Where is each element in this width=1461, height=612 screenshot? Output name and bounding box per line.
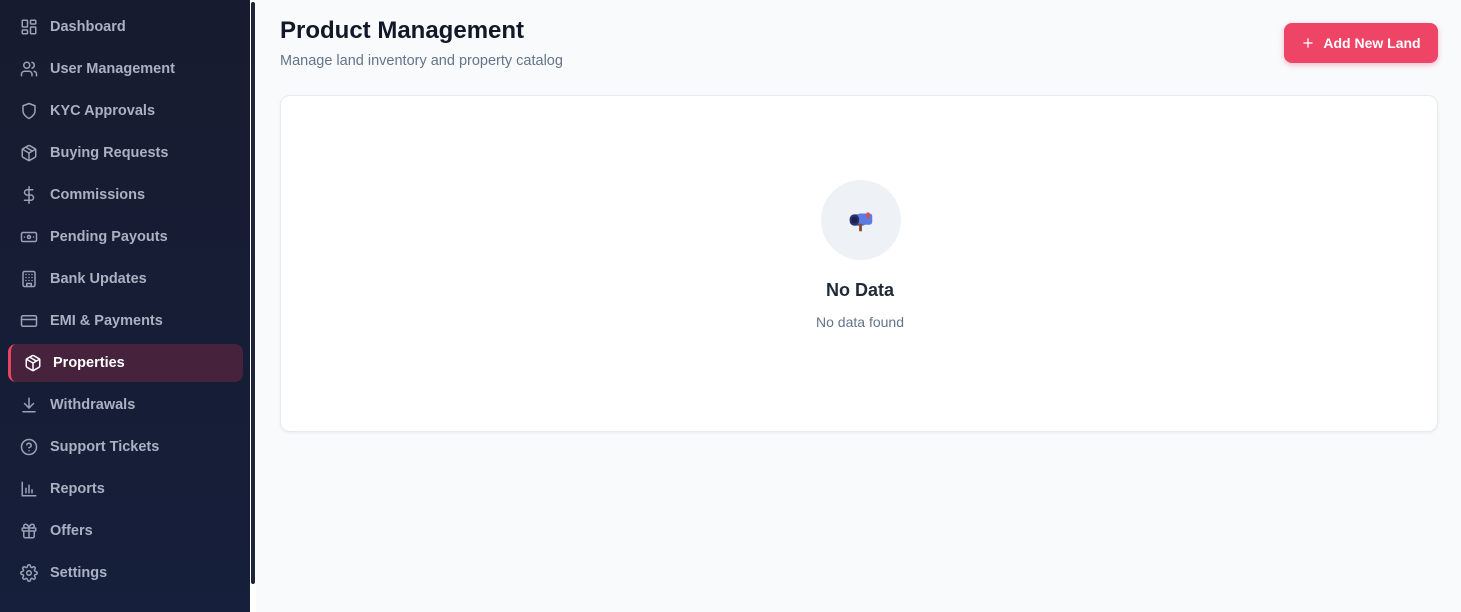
sidebar-item-reports[interactable]: Reports <box>8 470 243 508</box>
plus-icon <box>1301 36 1315 50</box>
mailbox-icon <box>846 205 876 235</box>
package-icon <box>20 144 38 162</box>
page-subtitle: Manage land inventory and property catal… <box>280 53 563 69</box>
credit-card-icon <box>20 312 38 330</box>
sidebar-item-emi-payments[interactable]: EMI & Payments <box>8 302 243 340</box>
shield-icon <box>20 102 38 120</box>
sidebar-item-bank-updates[interactable]: Bank Updates <box>8 260 243 298</box>
sidebar-item-buying-requests[interactable]: Buying Requests <box>8 134 243 172</box>
gift-icon <box>20 522 38 540</box>
users-icon <box>20 60 38 78</box>
empty-state-description: No data found <box>816 314 904 330</box>
sidebar-item-label: User Management <box>50 61 175 77</box>
bar-chart-icon <box>20 480 38 498</box>
sidebar-item-label: Bank Updates <box>50 271 147 287</box>
gear-icon <box>20 564 38 582</box>
sidebar-item-support-tickets[interactable]: Support Tickets <box>8 428 243 466</box>
empty-state-icon-circle <box>821 180 901 260</box>
sidebar-item-label: Properties <box>53 355 125 371</box>
sidebar-item-label: Offers <box>50 523 93 539</box>
sidebar-item-settings[interactable]: Settings <box>8 554 243 592</box>
sidebar-item-commissions[interactable]: Commissions <box>8 176 243 214</box>
empty-state-title: No Data <box>825 280 894 300</box>
sidebar-item-offers[interactable]: Offers <box>8 512 243 550</box>
add-new-land-label: Add New Land <box>1323 35 1421 51</box>
sidebar-item-user-management[interactable]: User Management <box>8 50 243 88</box>
sidebar-item-properties[interactable]: Properties <box>8 344 243 382</box>
app: Dashboard User Management KYC Approvals … <box>0 0 1461 612</box>
sidebar-item-dashboard[interactable]: Dashboard <box>8 8 243 46</box>
banknote-icon <box>20 228 38 246</box>
sidebar-item-withdrawals[interactable]: Withdrawals <box>8 386 243 424</box>
sidebar-item-label: EMI & Payments <box>50 313 163 329</box>
help-circle-icon <box>20 438 38 456</box>
sidebar-item-pending-payouts[interactable]: Pending Payouts <box>8 218 243 256</box>
download-icon <box>20 396 38 414</box>
main-content: Product Management Manage land inventory… <box>256 0 1461 612</box>
sidebar-item-label: Buying Requests <box>50 145 169 161</box>
sidebar-item-label: Reports <box>50 481 105 497</box>
sidebar-item-label: KYC Approvals <box>50 103 156 119</box>
sidebar-item-label: Commissions <box>50 187 146 203</box>
sidebar-item-label: Pending Payouts <box>50 229 168 245</box>
add-new-land-button[interactable]: Add New Land <box>1284 23 1438 63</box>
package-icon <box>24 354 42 372</box>
sidebar-item-label: Dashboard <box>50 19 126 35</box>
sidebar-item-kyc-approvals[interactable]: KYC Approvals <box>8 92 243 130</box>
dashboard-grid-icon <box>20 18 38 36</box>
building-icon <box>20 270 38 288</box>
sidebar-item-label: Support Tickets <box>50 439 160 455</box>
dollar-icon <box>20 186 38 204</box>
sidebar-scrollbar-thumb[interactable] <box>251 2 255 584</box>
page-title: Product Management <box>280 17 525 44</box>
sidebar-item-label: Withdrawals <box>50 397 136 413</box>
empty-state-card: No Data No data found <box>280 95 1438 432</box>
sidebar: Dashboard User Management KYC Approvals … <box>0 0 256 612</box>
sidebar-item-label: Settings <box>50 565 108 581</box>
